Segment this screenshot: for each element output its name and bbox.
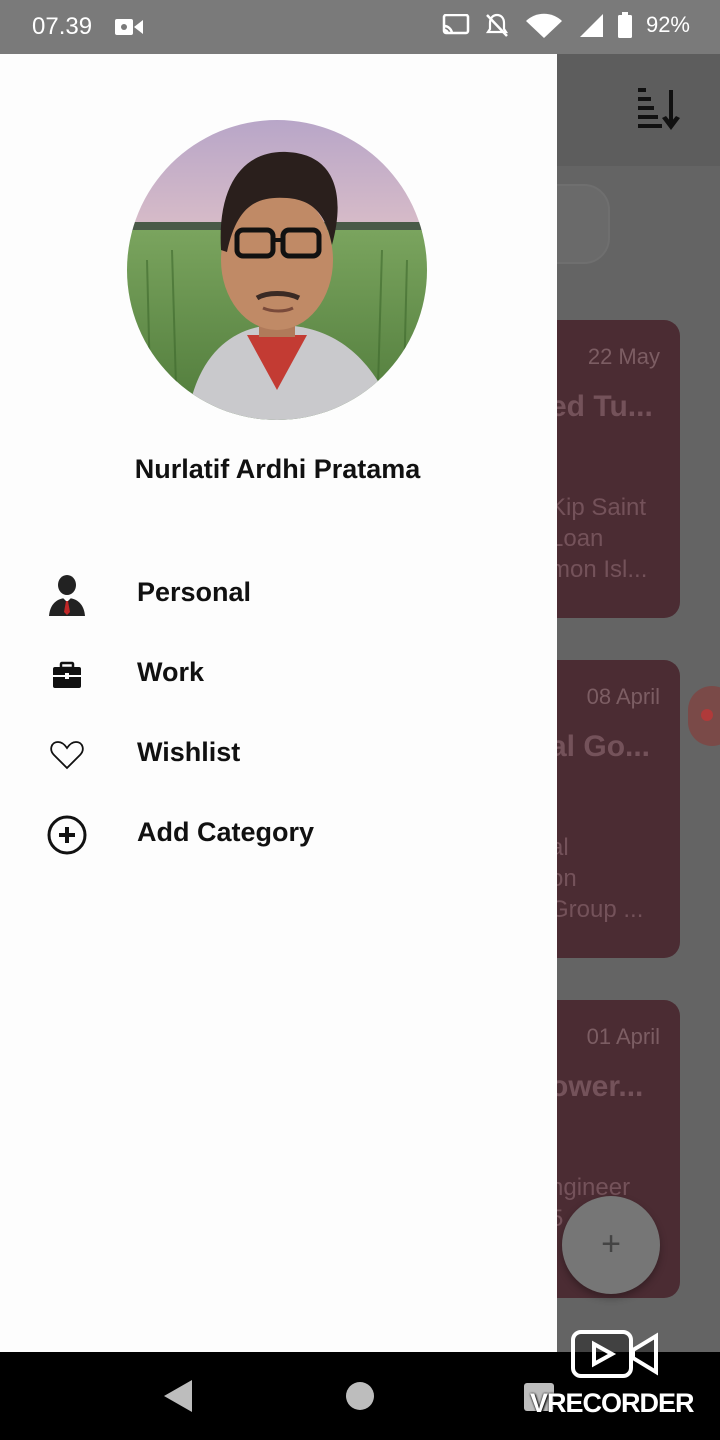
card-description: Kip Saint Loan mon Isl... xyxy=(550,494,648,583)
wifi-icon xyxy=(525,13,562,38)
card-title: al Go... xyxy=(550,730,651,763)
menu-item-label: Work xyxy=(137,657,205,687)
signal-icon xyxy=(579,14,603,37)
navigation-drawer: Nurlatif Ardhi Pratama Personal Work Wis… xyxy=(0,54,557,1352)
status-bar: 07.39 92% xyxy=(0,0,720,54)
add-circle-icon xyxy=(47,815,87,855)
card-title: ed Tu... xyxy=(550,390,653,423)
battery-percent: 92% xyxy=(645,12,690,37)
watermark-text: VRECORDER xyxy=(530,1388,695,1419)
sort-descending-icon[interactable] xyxy=(636,86,684,134)
watermark-prefix: V xyxy=(530,1388,548,1418)
card-title: ower... xyxy=(550,1070,644,1103)
home-icon[interactable] xyxy=(346,1382,374,1410)
menu-item-wishlist[interactable]: Wishlist xyxy=(0,719,557,789)
briefcase-icon xyxy=(53,661,81,688)
menu-item-personal[interactable]: Personal xyxy=(0,559,557,629)
menu-item-work[interactable]: Work xyxy=(0,639,557,709)
back-icon[interactable] xyxy=(164,1380,194,1412)
cast-icon xyxy=(442,14,470,35)
card-date: 01 April xyxy=(586,1024,660,1049)
battery-icon xyxy=(617,12,632,38)
avatar xyxy=(127,120,427,420)
recorder-watermark: VRECORDER xyxy=(530,1324,720,1424)
bell-off-icon xyxy=(485,13,509,37)
menu-item-label: Add Category xyxy=(137,817,315,847)
card-date: 22 May xyxy=(587,344,660,369)
recording-indicator-icon[interactable] xyxy=(688,686,720,746)
watermark-word: RECORDER xyxy=(547,1388,695,1418)
add-note-button[interactable]: + xyxy=(562,1196,660,1294)
user-name: Nurlatif Ardhi Pratama xyxy=(134,454,421,484)
businessman-icon xyxy=(49,575,85,616)
menu-item-add-category[interactable]: Add Category xyxy=(0,799,557,869)
status-time: 07.39 xyxy=(32,13,93,40)
menu-item-label: Wishlist xyxy=(137,737,241,767)
video-camera-icon xyxy=(571,1330,658,1378)
card-description: al on Group ... xyxy=(550,834,644,923)
video-record-icon xyxy=(115,19,143,35)
card-date: 08 April xyxy=(586,684,660,709)
menu-item-label: Personal xyxy=(137,577,252,607)
status-icons: 92% xyxy=(442,12,690,38)
heart-icon xyxy=(50,741,84,770)
